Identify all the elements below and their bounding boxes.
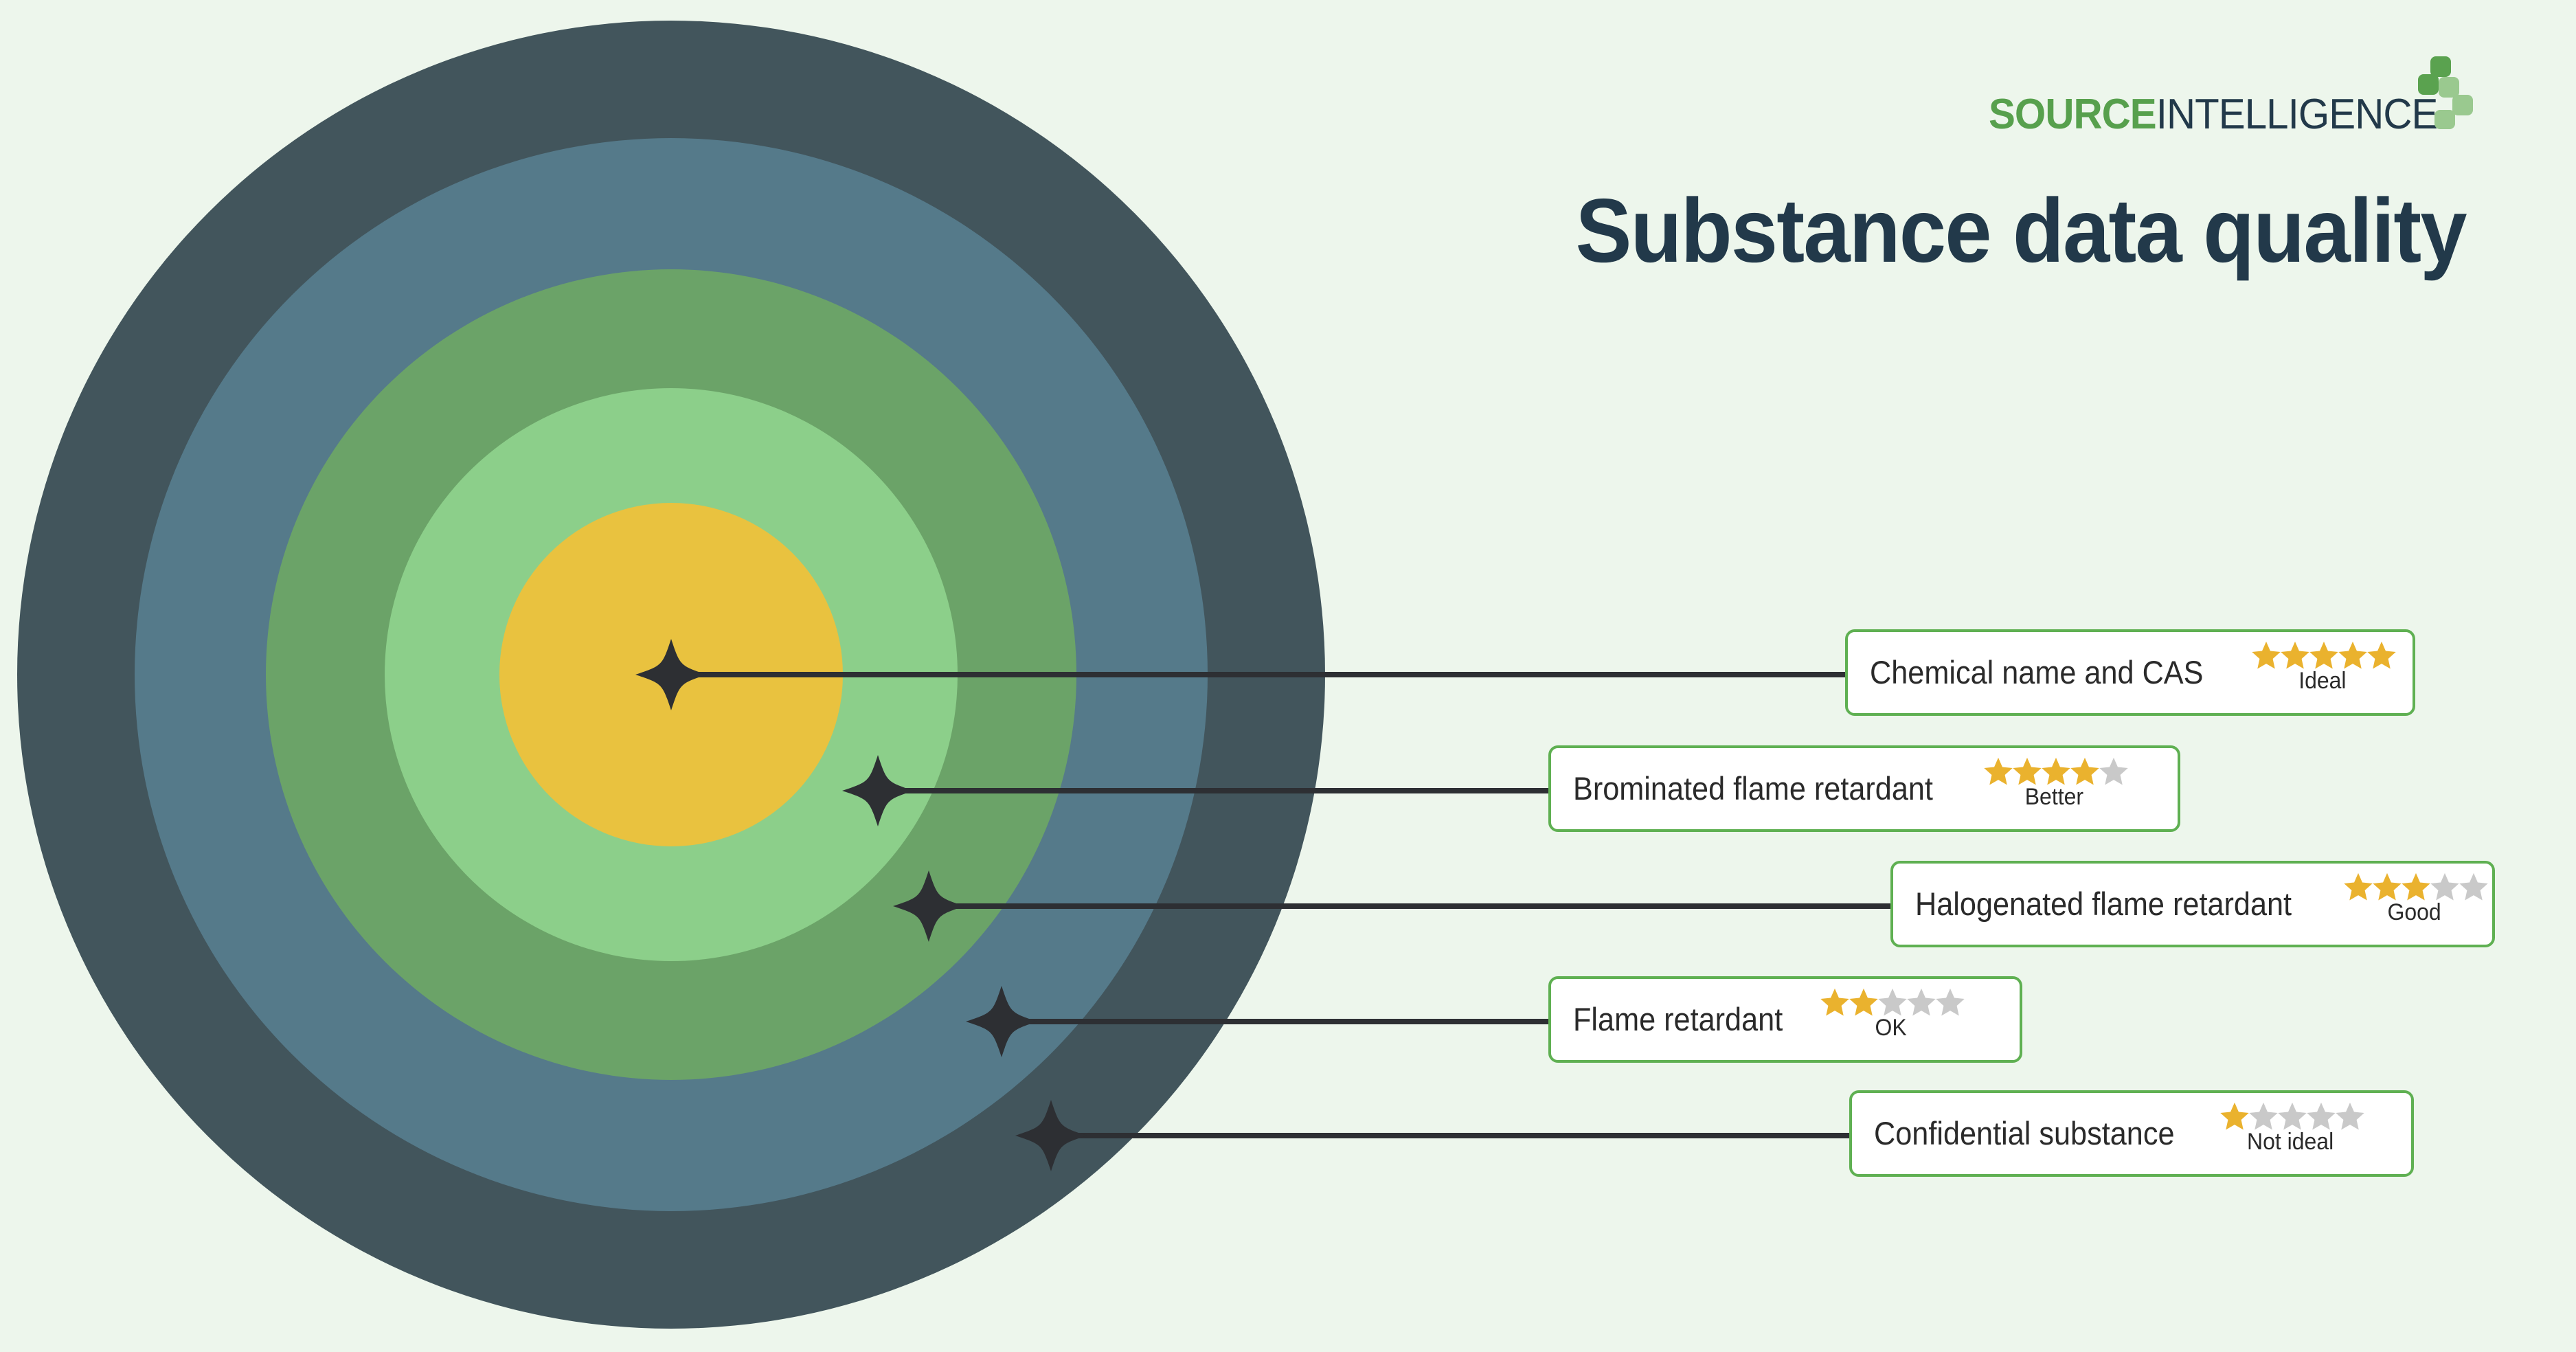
star-rating: Better — [1982, 757, 2128, 810]
star-empty-icon — [2306, 1102, 2336, 1130]
rating-word: Better — [2024, 784, 2084, 810]
star-filled-icon — [2367, 641, 2396, 669]
star-row — [2219, 1101, 2364, 1132]
star-filled-icon — [1820, 988, 1849, 1016]
logo-wordmark: SOURCEINTELLIGENCE — [1988, 91, 2439, 138]
star-filled-icon — [2252, 641, 2281, 669]
legend-card-label: Chemical name and CAS — [1870, 654, 2204, 690]
star-empty-icon — [1878, 988, 1907, 1016]
logo-blocks-mark — [2418, 56, 2473, 129]
star-filled-icon — [2402, 872, 2430, 901]
star-filled-icon — [2281, 641, 2309, 669]
star-row — [2250, 640, 2396, 671]
legend-card-2[interactable]: Brominated flame retardant Better — [1548, 745, 2180, 832]
star-filled-icon — [2012, 757, 2042, 785]
star-rating: Not ideal — [2219, 1102, 2364, 1155]
rating-word: Good — [2387, 899, 2441, 925]
star-row — [1819, 987, 1965, 1018]
star-filled-icon — [2338, 641, 2367, 669]
legend-card-5[interactable]: Confidential substance Not ideal — [1849, 1090, 2414, 1177]
logo-word-intelligence: INTELLIGENCE — [2156, 91, 2439, 138]
star-filled-icon — [1983, 757, 2013, 785]
rating-word: Ideal — [2298, 668, 2347, 694]
star-empty-icon — [2459, 872, 2488, 901]
star-empty-icon — [2248, 1102, 2278, 1130]
page-title: Substance data quality — [1575, 180, 2467, 281]
star-empty-icon — [2335, 1102, 2364, 1130]
star-rating: Ideal — [2250, 641, 2396, 694]
star-filled-icon — [2344, 872, 2373, 901]
legend-card-label: Brominated flame retardant — [1573, 770, 1933, 807]
star-empty-icon — [1907, 988, 1936, 1016]
star-filled-icon — [1849, 988, 1878, 1016]
star-filled-icon — [2309, 641, 2338, 669]
star-empty-icon — [2430, 872, 2459, 901]
star-empty-icon — [1936, 988, 1965, 1016]
legend-card-label: Halogenated flame retardant — [1915, 886, 2292, 922]
rating-word: Not ideal — [2247, 1129, 2334, 1155]
legend-card-4[interactable]: Flame retardant OK — [1548, 976, 2022, 1063]
star-filled-icon — [2219, 1102, 2249, 1130]
star-empty-icon — [2099, 757, 2128, 785]
legend-card-1[interactable]: Chemical name and CAS Ideal — [1845, 629, 2415, 716]
brand-logo: SOURCEINTELLIGENCE — [1988, 56, 2473, 138]
legend-card-3[interactable]: Halogenated flame retardant Good — [1890, 861, 2495, 947]
rating-word: OK — [1875, 1015, 1907, 1041]
star-rating: Good — [2342, 872, 2488, 925]
star-filled-icon — [2373, 872, 2402, 901]
star-filled-icon — [2041, 757, 2070, 785]
star-empty-icon — [2277, 1102, 2307, 1130]
infographic-canvas: SOURCEINTELLIGENCE Substance data qualit… — [0, 0, 2576, 1352]
star-filled-icon — [2070, 757, 2099, 785]
legend-card-label: Confidential substance — [1874, 1115, 2175, 1151]
logo-word-source: SOURCE — [1988, 91, 2157, 138]
star-row — [1982, 756, 2128, 787]
star-rating: OK — [1819, 988, 1965, 1041]
star-row — [2342, 871, 2488, 903]
legend-card-label: Flame retardant — [1573, 1001, 1783, 1037]
